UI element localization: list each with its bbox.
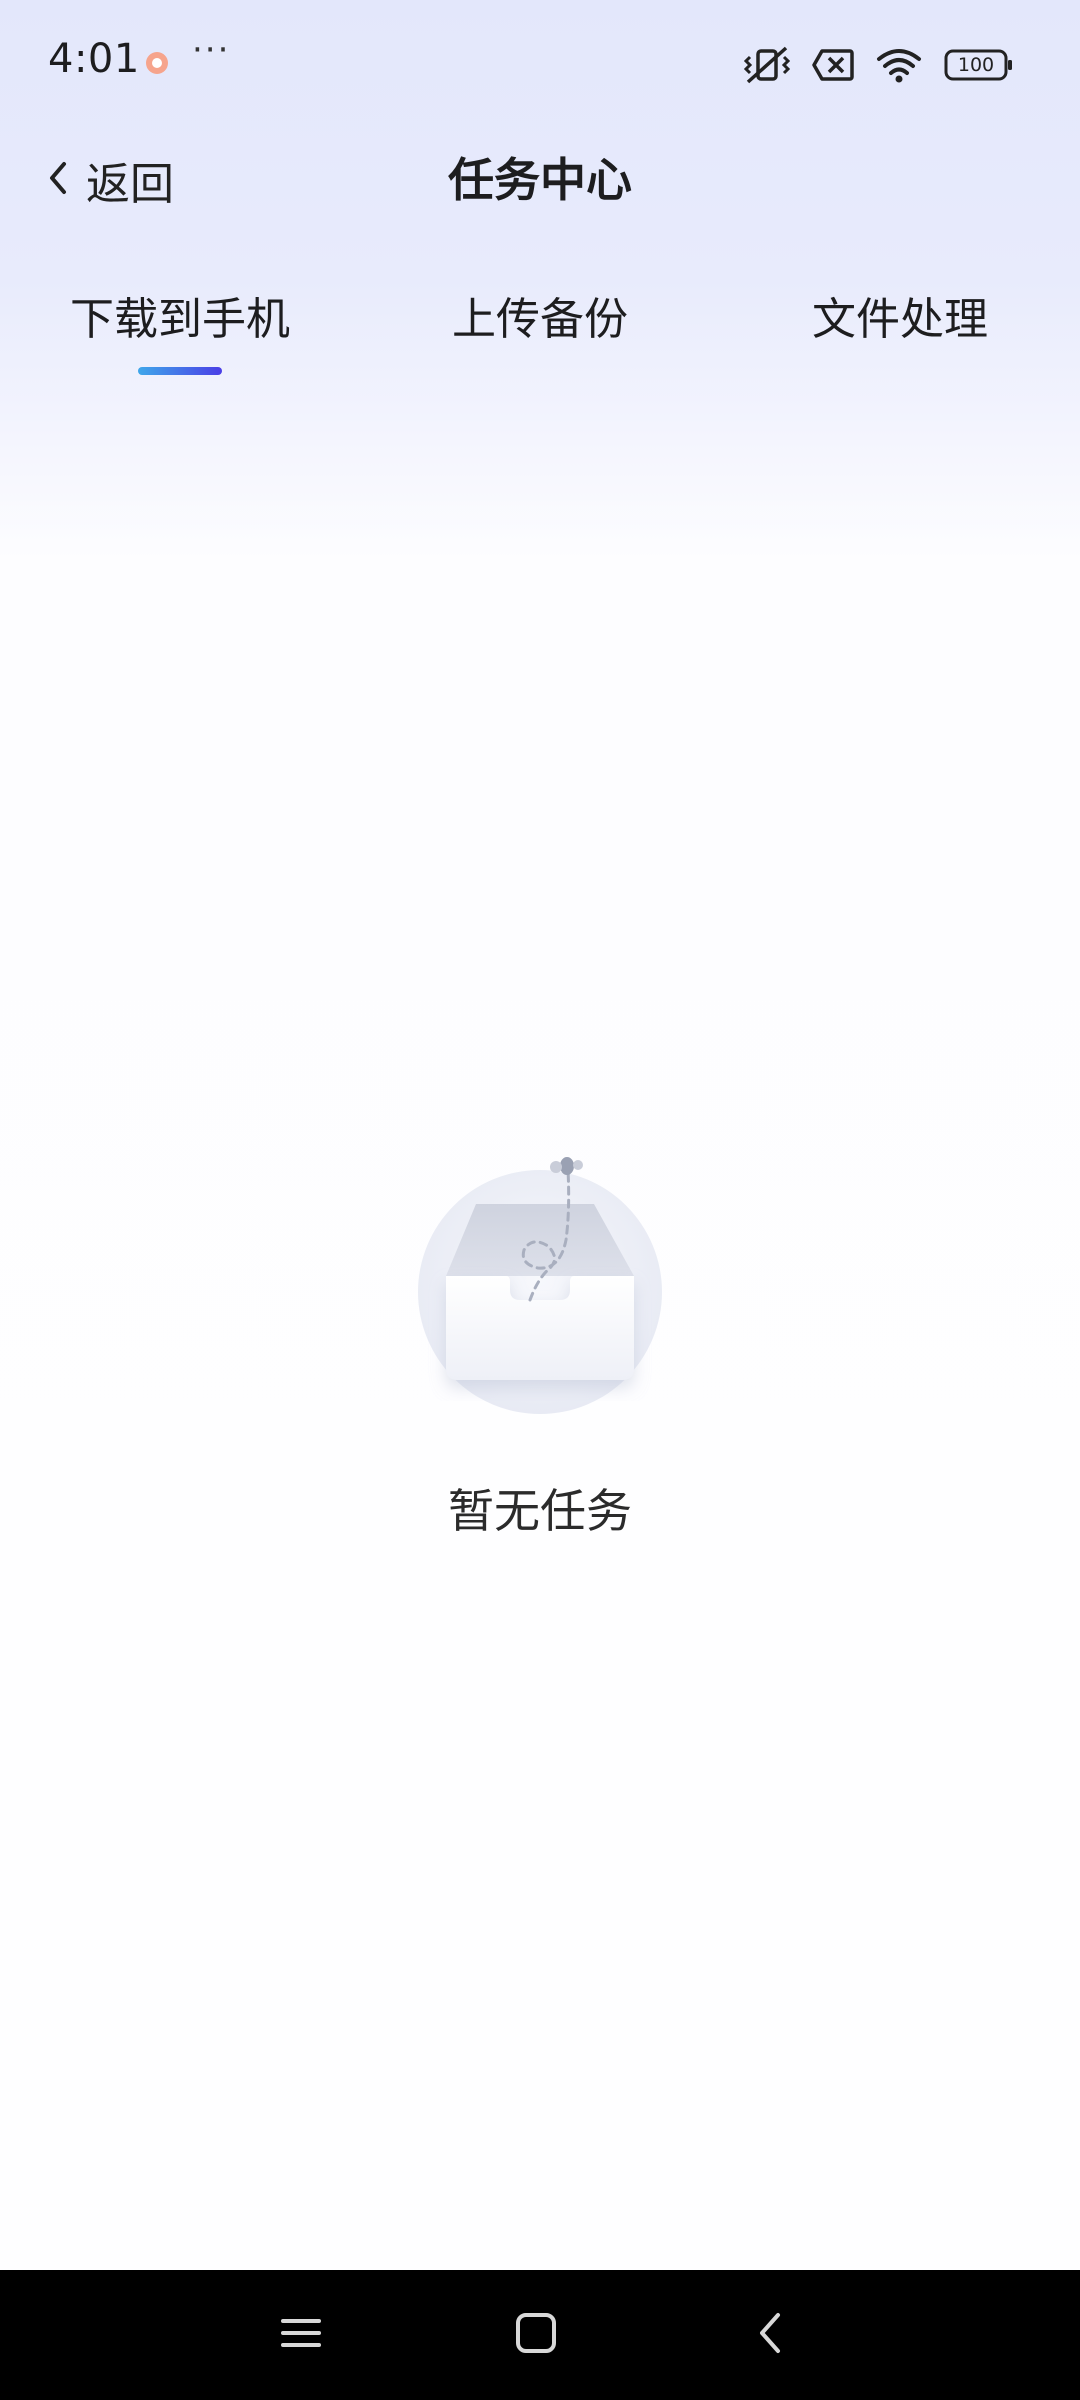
tab-upload-backup[interactable]: 上传备份 [360,280,720,360]
more-notifications-icon: ··· [192,30,231,70]
task-center-screen: 4:01 ··· 100 任务中心 返回 下载到手机 上传备份 文件处理 暂无任… [0,0,1080,2400]
back-label: 返回 [86,159,174,210]
menu-icon [279,2313,323,2357]
back-button[interactable]: 返回 [44,140,174,220]
empty-state-message: 暂无任务 [448,1484,632,1538]
menu-button[interactable] [271,2305,331,2365]
no-sim-icon [812,48,854,82]
chevron-left-icon [44,158,72,202]
battery-icon: 100 [944,49,1014,81]
status-bar: 4:01 ··· 100 [0,0,1080,128]
status-time: 4:01 [48,36,140,82]
system-nav-bar [0,2270,1080,2400]
active-tab-indicator [138,367,222,375]
tab-download-to-phone[interactable]: 下载到手机 [0,280,360,360]
top-app-bar: 任务中心 返回 [0,140,1080,220]
wifi-icon [876,47,922,83]
battery-level: 100 [957,54,995,76]
tab-bar: 下载到手机 上传备份 文件处理 [0,280,1080,390]
empty-inbox-icon [410,1150,670,1420]
app-notification-icon [146,52,168,74]
status-icons: 100 [744,40,1014,90]
vibrate-off-icon [744,44,790,86]
tab-file-processing[interactable]: 文件处理 [720,280,1080,360]
home-icon [514,2311,558,2359]
system-back-button[interactable] [740,2305,800,2365]
back-icon [754,2309,786,2361]
home-button[interactable] [506,2305,566,2365]
